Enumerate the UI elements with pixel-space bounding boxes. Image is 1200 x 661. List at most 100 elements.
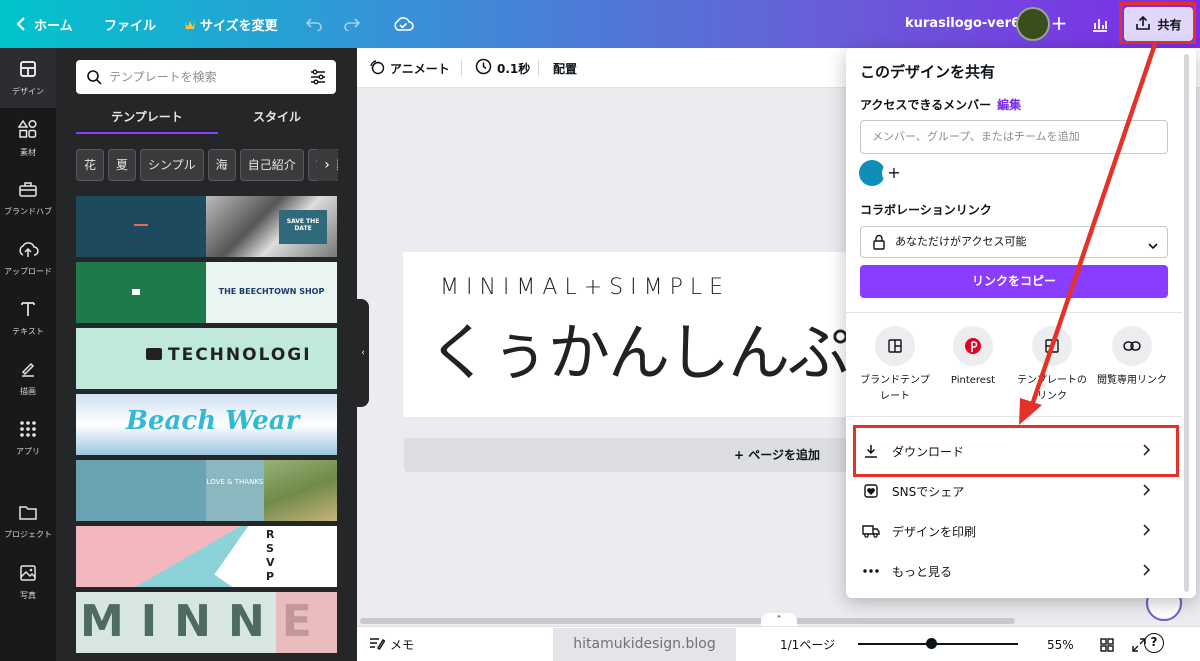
- home-label: ホーム: [34, 18, 73, 34]
- horizontal-scrollbar[interactable]: [360, 618, 1015, 624]
- share-option-view-only-link[interactable]: 閲覧専用リンク: [1094, 326, 1170, 389]
- add-member-icon[interactable]: +: [1047, 12, 1071, 36]
- undo-icon[interactable]: [305, 0, 323, 48]
- chevron-right-icon: [1142, 524, 1151, 539]
- panel-tabs: テンプレート スタイル: [76, 104, 336, 134]
- template-thumbnail[interactable]: MINNE: [76, 592, 337, 653]
- help-button[interactable]: ?: [1144, 633, 1164, 653]
- rail-item-upload[interactable]: アップロード: [0, 228, 56, 288]
- clock-icon: [475, 58, 492, 78]
- rail-label: デザイン: [12, 86, 44, 96]
- link-access-select[interactable]: あなただけがアクセス可能: [860, 226, 1168, 258]
- template-link-icon: [1032, 326, 1072, 366]
- avatar[interactable]: [1016, 7, 1050, 41]
- divider: [846, 312, 1182, 313]
- zoom-slider[interactable]: [858, 643, 1018, 645]
- share-dropdown: このデザインを共有 アクセスできるメンバー 編集 メンバー、グループ、またはチーム…: [846, 48, 1196, 598]
- grid-view-icon[interactable]: [1100, 627, 1114, 661]
- design-kana-text[interactable]: くぅかんしんぷ: [428, 302, 850, 392]
- rail-label: 素材: [20, 147, 36, 157]
- tab-templates[interactable]: テンプレート: [76, 104, 218, 134]
- template-text: LOVE & THANKS: [206, 460, 264, 521]
- design-name[interactable]: kurasilogo-ver6: [905, 0, 1020, 48]
- template-thumbnail[interactable]: TECHNOLOGI: [76, 328, 337, 389]
- divider: [461, 60, 462, 76]
- more-label: もっと見る: [892, 564, 953, 579]
- rail-item-photos[interactable]: 写真: [0, 552, 56, 612]
- home-button[interactable]: ホーム: [16, 0, 73, 48]
- divider: [538, 60, 539, 76]
- template-icon: [875, 326, 915, 366]
- template-search-field[interactable]: テンプレートを検索: [76, 60, 336, 94]
- template-thumbnail[interactable]: RSVP: [76, 526, 337, 587]
- rail-item-draw[interactable]: 描画: [0, 348, 56, 408]
- chip[interactable]: 自己紹介: [239, 149, 304, 181]
- dropdown-scrollbar[interactable]: [1184, 54, 1189, 592]
- collab-link-label: コラボレーションリンク: [860, 203, 992, 217]
- template-text: RSVP: [266, 528, 275, 583]
- edit-link[interactable]: 編集: [997, 98, 1021, 112]
- duration-button[interactable]: 0.1秒: [475, 48, 530, 88]
- template-thumbnail[interactable]: LOVE & THANKS: [76, 460, 337, 521]
- chevron-down-icon: [1147, 236, 1159, 255]
- resize-label: サイズを変更: [200, 18, 278, 34]
- animate-label: アニメート: [390, 61, 450, 76]
- rail-label: プロジェクト: [4, 529, 52, 539]
- rail-label: テキスト: [12, 326, 44, 336]
- file-label: ファイル: [104, 18, 157, 34]
- zoom-percent[interactable]: 55%: [1047, 627, 1074, 661]
- template-text: TECHNOLOGI: [168, 345, 312, 365]
- share-option-pinterest[interactable]: Pinterest: [935, 326, 1011, 389]
- share-option-label: 閲覧専用リンク: [1097, 375, 1167, 386]
- zoom-slider-handle[interactable]: [926, 638, 937, 649]
- divider: [846, 416, 1182, 417]
- share-option-template-link[interactable]: テンプレートのリンク: [1014, 326, 1090, 405]
- rail-item-brand-hub[interactable]: ブランドハブ: [0, 168, 56, 228]
- link-access-value: あなただけがアクセス可能: [895, 235, 1027, 248]
- rail-item-elements[interactable]: 素材: [0, 108, 56, 168]
- share-sns-row[interactable]: SNSでシェア: [860, 471, 1168, 511]
- cloud-saved-icon[interactable]: [392, 0, 414, 48]
- chevron-right-icon[interactable]: ›: [317, 149, 337, 181]
- chevron-left-icon: [16, 17, 26, 31]
- animate-button[interactable]: アニメート: [369, 48, 450, 88]
- copy-link-button[interactable]: リンクをコピー: [860, 265, 1168, 298]
- watermark: hitamukidesign.blog: [553, 628, 736, 661]
- file-menu-button[interactable]: ファイル: [104, 0, 156, 48]
- template-text: Beach Wear: [126, 406, 300, 436]
- filter-icon[interactable]: [309, 68, 327, 90]
- draw-icon: [19, 360, 37, 382]
- chip[interactable]: 海: [207, 149, 236, 181]
- print-design-row[interactable]: デザインを印刷: [860, 511, 1168, 551]
- search-placeholder: テンプレートを検索: [109, 70, 217, 84]
- share-option-brand-template[interactable]: ブランドテンプレート: [857, 326, 933, 405]
- resize-button[interactable]: サイズを変更: [184, 0, 278, 48]
- rail-item-text[interactable]: テキスト: [0, 288, 56, 348]
- chip[interactable]: 花: [76, 149, 105, 181]
- chip[interactable]: シンプル: [140, 149, 204, 181]
- bottom-bar: メモ 1/1ページ 55%: [357, 626, 1200, 661]
- photo-icon: [19, 564, 37, 586]
- template-text: SAVE THE DATE: [279, 210, 327, 244]
- rail-item-design[interactable]: デザイン: [0, 48, 56, 108]
- template-panel: テンプレートを検索 テンプレート スタイル 花夏シンプル海自己紹介写真 › SA…: [56, 48, 357, 661]
- template-thumbnail[interactable]: SAVE THE DATE: [76, 196, 337, 257]
- tab-styles[interactable]: スタイル: [206, 104, 348, 134]
- member-input[interactable]: メンバー、グループ、またはチームを追加: [860, 120, 1168, 154]
- template-thumbnail[interactable]: Beach Wear: [76, 394, 337, 455]
- memo-button[interactable]: メモ: [369, 627, 414, 661]
- redo-icon[interactable]: [343, 0, 361, 48]
- memo-icon: [369, 636, 386, 653]
- page-count[interactable]: 1/1ページ: [780, 627, 835, 661]
- position-button[interactable]: 配置: [553, 48, 577, 88]
- template-thumbnail[interactable]: THE BEECHTOWN SHOP: [76, 262, 337, 323]
- rail-item-apps[interactable]: アプリ: [0, 408, 56, 468]
- chip[interactable]: 夏: [108, 149, 137, 181]
- add-member-icon[interactable]: +: [882, 161, 906, 185]
- print-design-label: デザインを印刷: [892, 524, 977, 539]
- more-row[interactable]: もっと見る: [860, 551, 1168, 591]
- insights-icon[interactable]: [1084, 8, 1116, 40]
- collapse-panel-button[interactable]: ‹: [357, 299, 369, 407]
- rail-item-projects[interactable]: プロジェクト: [0, 492, 56, 552]
- design-heading[interactable]: MINIMAL+SIMPLE: [440, 275, 730, 300]
